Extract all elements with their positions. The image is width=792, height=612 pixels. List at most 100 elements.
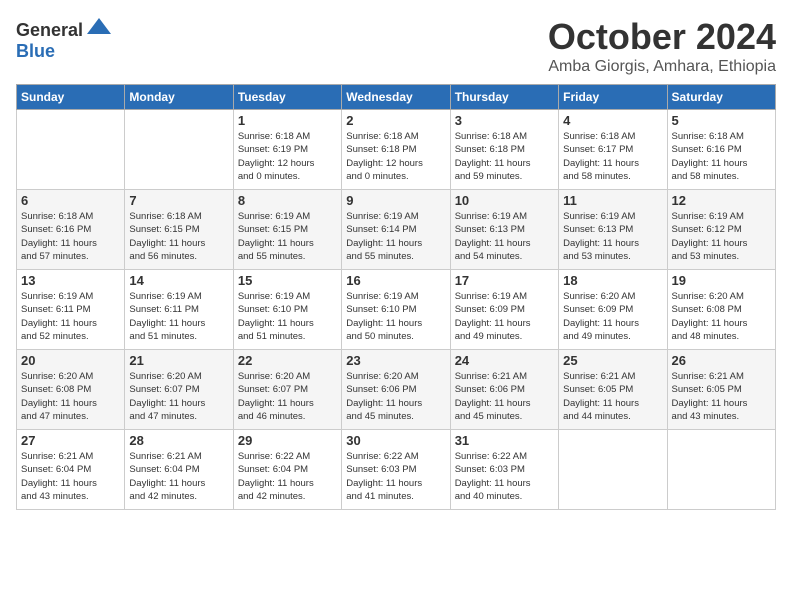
day-info: Sunrise: 6:22 AM Sunset: 6:04 PM Dayligh… xyxy=(238,450,337,503)
day-number: 6 xyxy=(21,193,120,208)
calendar-weekday-saturday: Saturday xyxy=(667,85,775,110)
day-number: 16 xyxy=(346,273,445,288)
calendar-cell: 26Sunrise: 6:21 AM Sunset: 6:05 PM Dayli… xyxy=(667,350,775,430)
calendar-cell: 16 Sunrise: 6:19 AM Sunset: 6:10 PM Dayli… xyxy=(342,270,450,350)
day-info: Sunrise: 6:18 AM Sunset: 6:19 PM Dayligh… xyxy=(238,130,337,183)
day-info: Sunrise: 6:21 AM Sunset: 6:04 PM Dayligh… xyxy=(129,450,228,503)
day-number: 29 xyxy=(238,433,337,448)
calendar-week-row: 1 Sunrise: 6:18 AM Sunset: 6:19 PM Daylig… xyxy=(17,110,776,190)
day-number: 21 xyxy=(129,353,228,368)
calendar-cell: 8 Sunrise: 6:19 AM Sunset: 6:15 PM Daylig… xyxy=(233,190,341,270)
calendar-cell: 24 Sunrise: 6:21 AM Sunset: 6:06 PM Dayli… xyxy=(450,350,558,430)
calendar-weekday-monday: Monday xyxy=(125,85,233,110)
location-title: Amba Giorgis, Amhara, Ethiopia xyxy=(548,58,776,76)
page-header: General Blue October 2024 Amba Giorgis, … xyxy=(16,16,776,76)
day-info: Sunrise: 6:21 AM Sunset: 6:05 PM Dayligh… xyxy=(563,370,662,423)
day-info: Sunrise: 6:22 AM Sunset: 6:03 PM Dayligh… xyxy=(346,450,445,503)
calendar-cell: 31 Sunrise: 6:22 AM Sunset: 6:03 PM Dayli… xyxy=(450,430,558,510)
day-info: Sunrise: 6:21 AM Sunset: 6:04 PM Dayligh… xyxy=(21,450,120,503)
day-info: Sunrise: 6:21 AM Sunset: 6:06 PM Dayligh… xyxy=(455,370,554,423)
day-number: 24 xyxy=(455,353,554,368)
day-info: Sunrise: 6:19 AM Sunset: 6:11 PM Dayligh… xyxy=(129,290,228,343)
calendar-cell: 17Sunrise: 6:19 AM Sunset: 6:09 PM Dayli… xyxy=(450,270,558,350)
day-number: 11 xyxy=(563,193,662,208)
month-title: October 2024 xyxy=(548,16,776,58)
day-number: 19 xyxy=(672,273,771,288)
day-info: Sunrise: 6:18 AM Sunset: 6:16 PM Dayligh… xyxy=(672,130,771,183)
day-info: Sunrise: 6:18 AM Sunset: 6:18 PM Dayligh… xyxy=(455,130,554,183)
day-number: 20 xyxy=(21,353,120,368)
day-info: Sunrise: 6:19 AM Sunset: 6:10 PM Dayligh… xyxy=(346,290,445,343)
day-number: 14 xyxy=(129,273,228,288)
logo-general: General xyxy=(16,20,83,40)
calendar-cell: 7Sunrise: 6:18 AM Sunset: 6:15 PM Daylig… xyxy=(125,190,233,270)
calendar-week-row: 6 Sunrise: 6:18 AM Sunset: 6:16 PM Daylig… xyxy=(17,190,776,270)
calendar-weekday-wednesday: Wednesday xyxy=(342,85,450,110)
logo-icon xyxy=(85,16,113,36)
day-info: Sunrise: 6:20 AM Sunset: 6:07 PM Dayligh… xyxy=(129,370,228,423)
calendar-cell: 23 Sunrise: 6:20 AM Sunset: 6:06 PM Dayli… xyxy=(342,350,450,430)
calendar-cell: 1 Sunrise: 6:18 AM Sunset: 6:19 PM Daylig… xyxy=(233,110,341,190)
day-number: 7 xyxy=(129,193,228,208)
title-block: October 2024 Amba Giorgis, Amhara, Ethio… xyxy=(548,16,776,76)
day-info: Sunrise: 6:20 AM Sunset: 6:09 PM Dayligh… xyxy=(563,290,662,343)
calendar-cell: 3 Sunrise: 6:18 AM Sunset: 6:18 PM Daylig… xyxy=(450,110,558,190)
calendar-week-row: 13 Sunrise: 6:19 AM Sunset: 6:11 PM Dayli… xyxy=(17,270,776,350)
calendar-cell: 4Sunrise: 6:18 AM Sunset: 6:17 PM Daylig… xyxy=(559,110,667,190)
calendar-cell: 14 Sunrise: 6:19 AM Sunset: 6:11 PM Dayli… xyxy=(125,270,233,350)
day-number: 25 xyxy=(563,353,662,368)
calendar-cell xyxy=(17,110,125,190)
day-number: 31 xyxy=(455,433,554,448)
day-number: 28 xyxy=(129,433,228,448)
calendar-cell xyxy=(125,110,233,190)
calendar-cell: 30 Sunrise: 6:22 AM Sunset: 6:03 PM Dayli… xyxy=(342,430,450,510)
logo-text: General xyxy=(16,16,115,41)
calendar-weekday-thursday: Thursday xyxy=(450,85,558,110)
day-info: Sunrise: 6:18 AM Sunset: 6:18 PM Dayligh… xyxy=(346,130,445,183)
calendar-cell: 20Sunrise: 6:20 AM Sunset: 6:08 PM Dayli… xyxy=(17,350,125,430)
day-number: 3 xyxy=(455,113,554,128)
calendar-weekday-friday: Friday xyxy=(559,85,667,110)
calendar-cell: 25 Sunrise: 6:21 AM Sunset: 6:05 PM Dayli… xyxy=(559,350,667,430)
day-number: 8 xyxy=(238,193,337,208)
day-number: 2 xyxy=(346,113,445,128)
calendar-cell: 11 Sunrise: 6:19 AM Sunset: 6:13 PM Dayli… xyxy=(559,190,667,270)
calendar-cell: 15Sunrise: 6:19 AM Sunset: 6:10 PM Dayli… xyxy=(233,270,341,350)
day-info: Sunrise: 6:19 AM Sunset: 6:11 PM Dayligh… xyxy=(21,290,120,343)
day-info: Sunrise: 6:19 AM Sunset: 6:15 PM Dayligh… xyxy=(238,210,337,263)
day-number: 27 xyxy=(21,433,120,448)
calendar-cell xyxy=(667,430,775,510)
calendar-cell: 10Sunrise: 6:19 AM Sunset: 6:13 PM Dayli… xyxy=(450,190,558,270)
day-info: Sunrise: 6:19 AM Sunset: 6:12 PM Dayligh… xyxy=(672,210,771,263)
day-info: Sunrise: 6:19 AM Sunset: 6:13 PM Dayligh… xyxy=(455,210,554,263)
calendar-table: SundayMondayTuesdayWednesdayThursdayFrid… xyxy=(16,84,776,510)
day-info: Sunrise: 6:19 AM Sunset: 6:10 PM Dayligh… xyxy=(238,290,337,343)
day-number: 18 xyxy=(563,273,662,288)
calendar-week-row: 27 Sunrise: 6:21 AM Sunset: 6:04 PM Dayli… xyxy=(17,430,776,510)
day-number: 1 xyxy=(238,113,337,128)
day-info: Sunrise: 6:22 AM Sunset: 6:03 PM Dayligh… xyxy=(455,450,554,503)
calendar-cell: 28 Sunrise: 6:21 AM Sunset: 6:04 PM Dayli… xyxy=(125,430,233,510)
day-number: 13 xyxy=(21,273,120,288)
day-info: Sunrise: 6:20 AM Sunset: 6:06 PM Dayligh… xyxy=(346,370,445,423)
calendar-cell: 6 Sunrise: 6:18 AM Sunset: 6:16 PM Daylig… xyxy=(17,190,125,270)
day-info: Sunrise: 6:18 AM Sunset: 6:16 PM Dayligh… xyxy=(21,210,120,263)
logo-blue-text: Blue xyxy=(16,41,55,61)
calendar-header-row: SundayMondayTuesdayWednesdayThursdayFrid… xyxy=(17,85,776,110)
day-number: 22 xyxy=(238,353,337,368)
day-info: Sunrise: 6:19 AM Sunset: 6:13 PM Dayligh… xyxy=(563,210,662,263)
calendar-weekday-tuesday: Tuesday xyxy=(233,85,341,110)
day-number: 5 xyxy=(672,113,771,128)
day-info: Sunrise: 6:20 AM Sunset: 6:07 PM Dayligh… xyxy=(238,370,337,423)
day-info: Sunrise: 6:19 AM Sunset: 6:09 PM Dayligh… xyxy=(455,290,554,343)
day-number: 30 xyxy=(346,433,445,448)
calendar-cell: 18 Sunrise: 6:20 AM Sunset: 6:09 PM Dayli… xyxy=(559,270,667,350)
calendar-cell: 13 Sunrise: 6:19 AM Sunset: 6:11 PM Dayli… xyxy=(17,270,125,350)
calendar-cell: 2 Sunrise: 6:18 AM Sunset: 6:18 PM Daylig… xyxy=(342,110,450,190)
calendar-cell: 29 Sunrise: 6:22 AM Sunset: 6:04 PM Dayli… xyxy=(233,430,341,510)
calendar-cell: 22 Sunrise: 6:20 AM Sunset: 6:07 PM Dayli… xyxy=(233,350,341,430)
calendar-weekday-sunday: Sunday xyxy=(17,85,125,110)
day-number: 9 xyxy=(346,193,445,208)
day-info: Sunrise: 6:19 AM Sunset: 6:14 PM Dayligh… xyxy=(346,210,445,263)
day-number: 23 xyxy=(346,353,445,368)
